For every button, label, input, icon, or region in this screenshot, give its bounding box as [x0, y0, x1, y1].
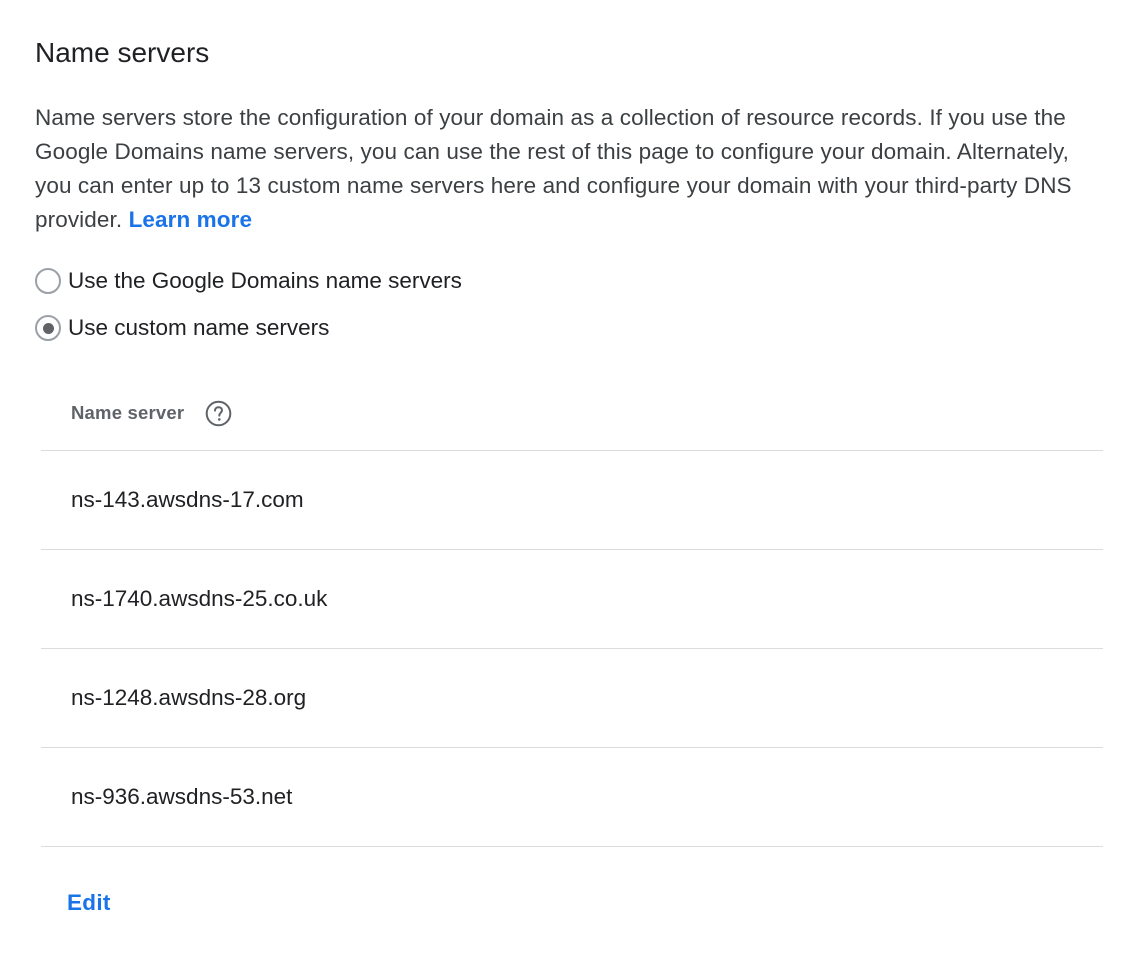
- help-circle-icon[interactable]: [205, 400, 232, 427]
- table-row: ns-1740.awsdns-25.co.uk: [41, 550, 1103, 649]
- name-server-value: ns-1248.awsdns-28.org: [71, 685, 307, 710]
- table-header: Name server: [41, 376, 1103, 451]
- radio-checked-icon[interactable]: [35, 315, 61, 341]
- table-row: ns-143.awsdns-17.com: [41, 451, 1103, 550]
- edit-button[interactable]: Edit: [67, 888, 111, 918]
- name-server-table: Name server ns-143.awsdns-17.com ns-1740…: [41, 376, 1103, 847]
- name-servers-section: Name servers Name servers store the conf…: [0, 0, 1134, 971]
- name-server-value: ns-1740.awsdns-25.co.uk: [71, 586, 328, 611]
- radio-label-google: Use the Google Domains name servers: [68, 268, 462, 293]
- radio-label-custom: Use custom name servers: [68, 315, 330, 340]
- learn-more-link[interactable]: Learn more: [129, 207, 253, 232]
- section-description: Name servers store the configuration of …: [35, 101, 1110, 237]
- name-server-value: ns-936.awsdns-53.net: [71, 784, 293, 809]
- section-title: Name servers: [35, 37, 210, 68]
- radio-unchecked-icon[interactable]: [35, 268, 61, 294]
- radio-google-name-servers[interactable]: Use the Google Domains name servers: [35, 266, 462, 296]
- table-row: ns-1248.awsdns-28.org: [41, 649, 1103, 748]
- column-header-name-server: Name server: [71, 402, 185, 423]
- radio-custom-name-servers[interactable]: Use custom name servers: [35, 313, 329, 343]
- name-server-value: ns-143.awsdns-17.com: [71, 487, 304, 512]
- table-row: ns-936.awsdns-53.net: [41, 748, 1103, 847]
